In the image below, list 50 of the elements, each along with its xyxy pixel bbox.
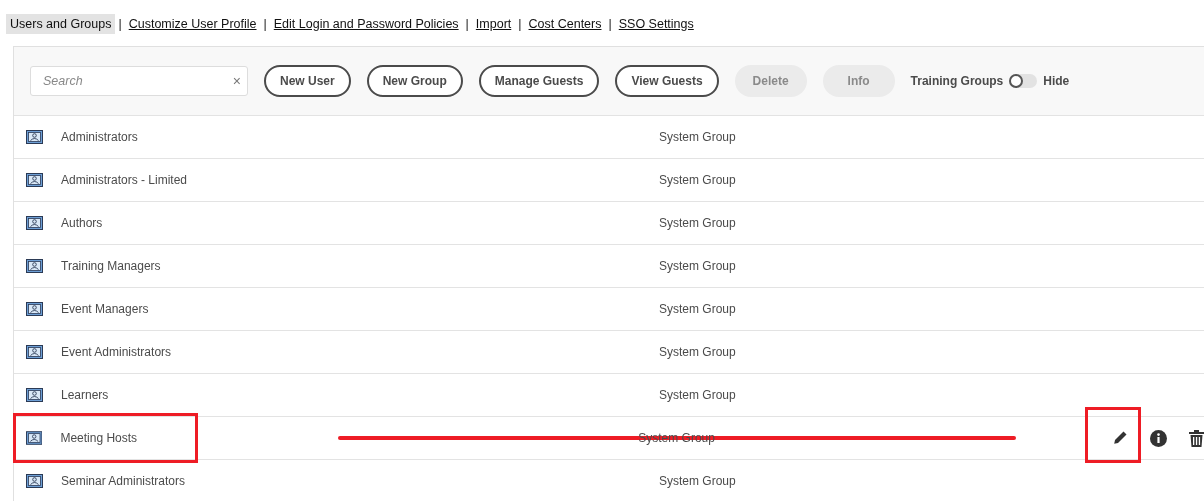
group-type: System Group (659, 173, 736, 187)
group-name[interactable]: Seminar Administrators (43, 474, 659, 488)
group-name[interactable]: Meeting Hosts (42, 431, 639, 445)
group-icon (26, 130, 43, 144)
nav-link[interactable]: Cost Centers (524, 14, 606, 34)
separator: | (464, 17, 470, 31)
group-name[interactable]: Learners (43, 388, 659, 402)
group-type: System Group (659, 388, 736, 402)
separator: | (607, 17, 613, 31)
toggle-label: Training Groups (910, 74, 1004, 88)
group-icon (26, 345, 43, 359)
separator: | (117, 17, 123, 31)
group-icon (26, 474, 43, 488)
group-icon (26, 259, 43, 273)
group-icon (26, 431, 43, 445)
nav-link[interactable]: Customize User Profile (124, 14, 261, 34)
group-name[interactable]: Event Managers (43, 302, 659, 316)
toggle-state-label: Hide (1043, 74, 1070, 88)
info-icon[interactable] (1150, 429, 1167, 447)
toolbar-button[interactable]: Manage Guests (478, 65, 600, 97)
group-name[interactable]: Administrators - Limited (43, 173, 659, 187)
group-icon (26, 388, 43, 402)
group-type: System Group (659, 259, 736, 273)
group-type: System Group (659, 474, 736, 488)
separator: | (517, 17, 523, 31)
separator: | (262, 17, 268, 31)
highlight-frame (1085, 407, 1141, 463)
group-name[interactable]: Administrators (43, 130, 659, 144)
group-icon (26, 216, 43, 230)
group-icon (26, 173, 43, 187)
trash-icon[interactable] (1189, 429, 1204, 447)
nav-link[interactable]: Import (471, 14, 516, 34)
group-type: System Group (659, 345, 736, 359)
group-type: System Group (659, 216, 736, 230)
group-icon (26, 302, 43, 316)
toggle-switch[interactable] (1009, 74, 1038, 88)
group-name[interactable]: Training Managers (43, 259, 659, 273)
group-name[interactable]: Event Administrators (43, 345, 659, 359)
edit-icon[interactable] (1112, 430, 1128, 446)
group-name[interactable]: Authors (43, 216, 659, 230)
toolbar-button[interactable]: View Guests (615, 65, 719, 97)
toolbar-button[interactable]: New User (264, 65, 351, 97)
nav-link[interactable]: Users and Groups (6, 14, 116, 34)
nav-link[interactable]: Edit Login and Password Policies (269, 14, 463, 34)
search-field[interactable]: Search × (30, 66, 248, 96)
nav-link[interactable]: SSO Settings (614, 14, 698, 34)
group-type: System Group (659, 130, 736, 144)
group-type: System Group (659, 302, 736, 316)
clear-icon[interactable]: × (232, 73, 241, 89)
toolbar-button[interactable]: New Group (366, 65, 463, 97)
